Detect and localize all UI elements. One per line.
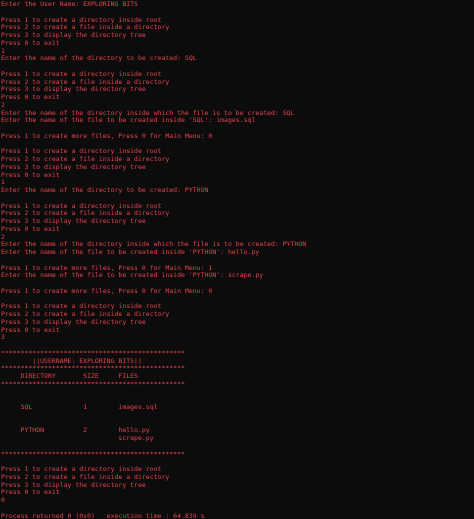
console-line: Press 3 to display the directory tree xyxy=(1,317,146,326)
console-line: Press 0 to exit xyxy=(1,38,60,47)
console-line: scrape.py xyxy=(1,434,154,442)
console-line: Press 0 to exit xyxy=(1,488,60,497)
console-line: Enter the name of the file to be created… xyxy=(1,116,256,125)
console-line: Enter the name of the file to be created… xyxy=(1,271,264,280)
console-line: Press 3 to display the directory tree xyxy=(1,217,146,225)
console-line: SQL 1 images.sql xyxy=(1,403,158,411)
console-line: 3 xyxy=(1,333,5,342)
console-line: Press 3 to display the directory tree xyxy=(1,480,146,489)
console-line: Enter the name of the directory to be cr… xyxy=(1,186,209,194)
console-line: Press 0 to exit xyxy=(1,224,60,233)
console-line: Enter the User Name: EXPLORING BITS xyxy=(1,0,138,8)
console-line: Enter the name of the file to be created… xyxy=(1,248,260,256)
console-line: Press 3 to display the directory tree xyxy=(1,31,146,39)
console-line: Press 3 to display the directory tree xyxy=(1,85,146,94)
console-line: Process returned 0 (0x0) execution time … xyxy=(1,511,205,519)
console-line: ****************************************… xyxy=(1,449,185,458)
console-line: Press 1 to create more files, Press 0 fo… xyxy=(1,286,213,295)
console-line: Press 1 to create more files, Press 0 fo… xyxy=(1,131,213,140)
console-line: Press 0 to exit xyxy=(1,93,60,101)
console-line: 0 xyxy=(1,496,5,504)
console-line: Press 0 to exit xyxy=(1,170,60,179)
console-line: Press 0 to exit xyxy=(1,325,60,334)
console-line: Press 3 to display the directory tree xyxy=(1,162,146,171)
console-line: ****************************************… xyxy=(1,379,185,388)
console-output[interactable]: Enter the User Name: EXPLORING BITS Press… xyxy=(0,0,474,519)
console-line: Enter the name of the directory to be cr… xyxy=(1,54,197,63)
